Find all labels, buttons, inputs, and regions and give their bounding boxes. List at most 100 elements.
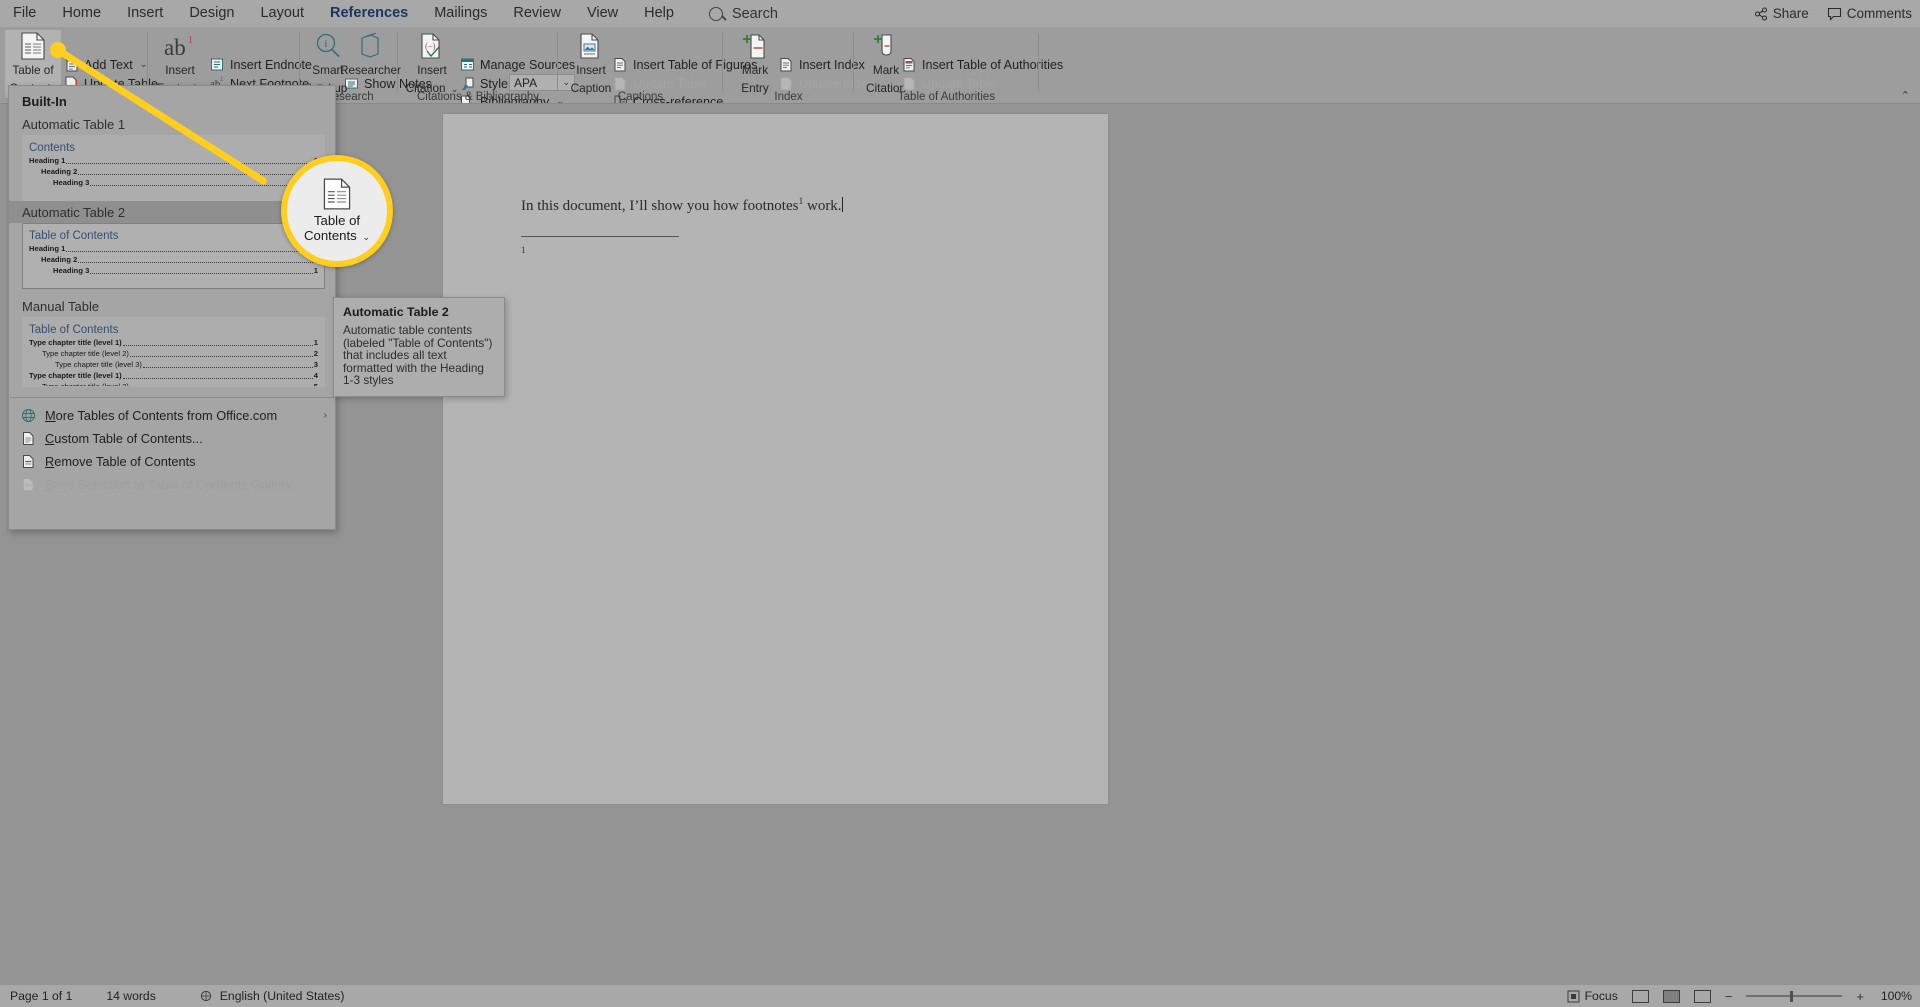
read-mode-button[interactable] (1631, 989, 1649, 1003)
callout-label-line2: Contents (303, 227, 357, 243)
zoom-slider-knob[interactable] (1790, 990, 1794, 1002)
menu-section-built-in: Built-In (22, 94, 67, 109)
menu-item-more-tables-of-contents[interactable]: MMore Tables of Contents from Office.com… (9, 404, 335, 427)
search-label: Search (731, 5, 778, 22)
table-of-contents-label-line1: Table of (12, 63, 54, 77)
menu-item-label: MMore Tables of Contents from Office.com… (45, 408, 278, 423)
insert-table-of-authorities-button[interactable]: Insert Table of Authorities (902, 57, 1063, 72)
gallery-item-title-manual-table[interactable]: Manual Table (9, 289, 335, 317)
print-layout-button[interactable] (1662, 989, 1680, 1003)
footnote-number: 1 (521, 245, 526, 255)
menu-item-custom-table-of-contents[interactable]: Custom Table of Contents... (9, 427, 335, 450)
ribbon-group-label-citations: Citations & Bibliography (416, 91, 540, 103)
insert-footnote-icon: ab 1 (152, 30, 208, 61)
insert-endnote-icon (210, 57, 225, 72)
tab-help[interactable]: Help (631, 1, 687, 26)
ribbon-group-label-authorities: Table of Authorities (897, 91, 996, 103)
body-text-before: In this document, I’ll show you how foot… (521, 198, 799, 214)
status-language[interactable]: English (United States) (200, 989, 345, 1003)
share-icon (1754, 6, 1767, 21)
menu-item-remove-table-of-contents[interactable]: Remove Table of Contents (9, 450, 335, 473)
tab-references[interactable]: References (317, 1, 421, 29)
callout-magnifier: Table of Contents ⌄ (281, 155, 393, 267)
gallery-thumb-automatic-table-2[interactable]: Table of Contents Heading 11 Heading 21 … (22, 223, 325, 289)
thumb-row: Type chapter title (level 1) 4 (29, 371, 318, 380)
gallery-tooltip: Automatic Table 2 Automatic table conten… (333, 297, 505, 397)
style-text: Style: (480, 76, 512, 91)
gallery-thumb-manual-table[interactable]: Table of Contents Type chapter title (le… (22, 317, 325, 387)
collapse-ribbon-icon[interactable]: ⌃ (1901, 89, 1910, 102)
web-layout-button[interactable] (1693, 989, 1711, 1003)
tab-insert[interactable]: Insert (114, 1, 176, 26)
share-button[interactable]: Share (1754, 6, 1809, 21)
ribbon-group-label-index: Index (774, 91, 803, 103)
researcher-label: Researcher (340, 63, 401, 77)
tab-design[interactable]: Design (176, 1, 247, 26)
researcher-icon (340, 30, 400, 61)
researcher-button[interactable]: Researcher (340, 30, 401, 79)
chevron-down-icon: ⌄ (362, 231, 370, 242)
status-language-label: English (United States) (219, 989, 345, 1003)
status-words[interactable]: 14 words (106, 989, 155, 1003)
body-text-after: work. (803, 198, 842, 214)
word-window: File Home Insert Design Layout Reference… (0, 0, 1920, 1007)
focus-button[interactable]: Focus (1567, 989, 1618, 1003)
remove-document-icon (20, 454, 36, 470)
zoom-in-button[interactable]: + (1856, 989, 1864, 1004)
thumb-heading: Table of Contents (29, 230, 119, 242)
table-of-contents-icon (322, 178, 352, 210)
focus-icon (1567, 990, 1580, 1002)
tab-file[interactable]: File (0, 1, 49, 26)
zoom-out-button[interactable]: − (1725, 989, 1733, 1004)
menu-item-label: Save Selection to Table of Contents Gall… (45, 477, 302, 492)
zoom-slider[interactable] (1746, 990, 1843, 1002)
thumb-row: Heading 21 (29, 254, 318, 265)
comment-icon (1827, 7, 1841, 21)
update-table-figures-button[interactable]: Update Table (613, 76, 707, 91)
insert-citation-button[interactable]: (–) Insert Citation ⌄ (404, 30, 460, 97)
search-box[interactable]: Search (708, 5, 778, 22)
mark-entry-button[interactable]: Mark Entry (727, 30, 783, 97)
insert-table-of-figures-icon (613, 57, 628, 72)
tab-mailings[interactable]: Mailings (421, 1, 500, 26)
insert-table-of-authorities-label: Insert Table of Authorities (922, 57, 1064, 72)
menu-item-label: Custom Table of Contents... (45, 431, 203, 446)
zoom-level-label[interactable]: 100% (1878, 989, 1912, 1003)
language-icon (200, 990, 211, 1002)
tab-layout[interactable]: Layout (247, 1, 317, 26)
update-table-authorities-label: Update Table (922, 76, 996, 91)
ribbon-group-captions: Insert Caption Insert Table of Figures U… (558, 27, 757, 109)
insert-endnote-button[interactable]: Insert Endnote (210, 57, 312, 72)
tooltip-body: Automatic table contents (labeled "Table… (343, 323, 493, 388)
thumb-row: Heading 31 (53, 266, 318, 275)
comments-button[interactable]: Comments (1827, 6, 1912, 21)
globe-icon (20, 408, 36, 424)
insert-index-button[interactable]: Insert Index (779, 57, 865, 72)
menu-item-save-selection-to-gallery[interactable]: Save Selection to Table of Contents Gall… (9, 473, 335, 496)
update-table-authorities-button[interactable]: Update Table (902, 76, 996, 91)
table-of-contents-dropdown-menu: Built-In Automatic Table 1 Contents Head… (8, 85, 336, 530)
ribbon-group-label-captions: Captions (617, 91, 664, 103)
tab-home[interactable]: Home (49, 1, 114, 26)
thumb-heading: Table of Contents (29, 324, 119, 336)
citation-style-value: APA (514, 75, 538, 90)
insert-caption-button[interactable]: Insert Caption (563, 30, 619, 97)
tab-view[interactable]: View (574, 1, 631, 26)
insert-table-of-authorities-icon (902, 57, 917, 72)
focus-label: Focus (1584, 989, 1618, 1003)
search-icon (708, 6, 723, 21)
document-page[interactable]: In this document, I’ll show you how foot… (443, 114, 1108, 804)
status-bar-right: Focus − + 100% (1567, 989, 1912, 1004)
status-page[interactable]: Page 1 of 1 (10, 989, 72, 1003)
insert-caption-label-line1: Insert (576, 63, 606, 77)
manage-sources-icon (460, 57, 475, 72)
thumb-row: Heading 11 (29, 155, 318, 166)
menu-item-label: Remove Table of Contents (45, 454, 196, 469)
mark-entry-icon (727, 30, 783, 61)
status-bar: Page 1 of 1 14 words English (United Sta… (0, 985, 1920, 1007)
gallery-thumb-automatic-table-1[interactable]: Contents Heading 11 Heading 21 Heading 3… (22, 135, 325, 201)
thumb-row: Type chapter title (level 3) 3 (55, 360, 318, 369)
zoom-slider-track (1746, 995, 1843, 997)
document-icon (20, 431, 36, 447)
tab-review[interactable]: Review (500, 1, 574, 26)
